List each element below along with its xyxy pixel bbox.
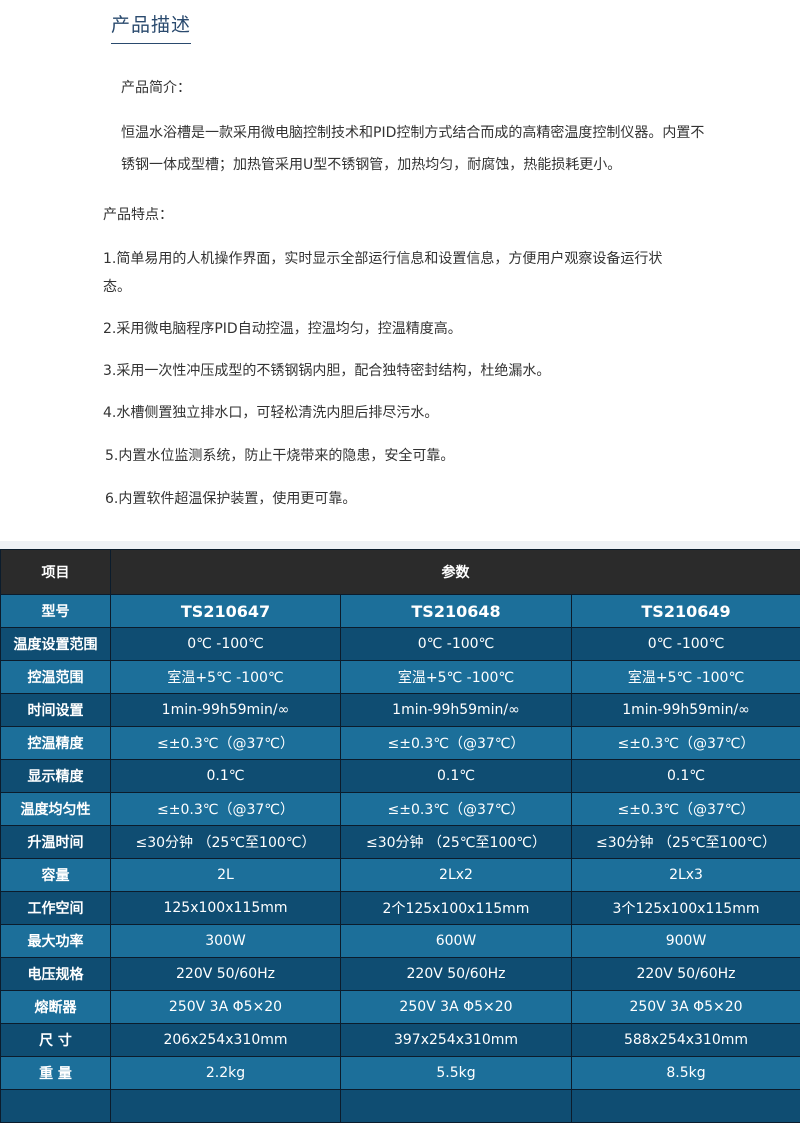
spec-row: 温度均匀性 ≤±0.3℃（@37℃） ≤±0.3℃（@37℃） ≤±0.3℃（@37℃… <box>0 792 800 826</box>
spec-cell: 室温+5℃ -100℃ <box>110 660 341 694</box>
spec-cell: ≤±0.3℃（@37℃） <box>570 726 800 760</box>
spec-cell: 2.2kg <box>110 1056 341 1090</box>
spec-empty-row <box>0 1089 800 1123</box>
spec-cell: 2Lx3 <box>570 858 800 892</box>
spec-cell: 588x254x310mm <box>570 1023 800 1057</box>
spec-row-label: 容量 <box>0 858 111 892</box>
spec-cell: 0.1℃ <box>340 759 572 793</box>
intro-label: 产品简介： <box>121 80 191 96</box>
feature-item-6: 6.内置软件超温保护装置，使用更可靠。 <box>105 491 357 507</box>
spec-row: 控温范围 室温+5℃ -100℃ 室温+5℃ -100℃ 室温+5℃ -100℃ <box>0 660 800 694</box>
spec-header-item: 项目 <box>0 549 111 595</box>
spec-row: 电压规格 220V 50/60Hz 220V 50/60Hz 220V 50/60Hz <box>0 957 800 991</box>
spec-row: 型号 TS210647 TS210648 TS210649 <box>0 594 800 628</box>
spec-row-label: 重 量 <box>0 1056 111 1090</box>
spec-empty-cell <box>0 1089 111 1123</box>
spec-row: 显示精度 0.1℃ 0.1℃ 0.1℃ <box>0 759 800 793</box>
feature-item-1: 1.简单易用的人机操作界面，实时显示全部运行信息和设置信息，方便用户观察设备运行… <box>103 251 663 295</box>
spec-empty-cell <box>570 1089 800 1123</box>
spec-row: 温度设置范围 0℃ -100℃ 0℃ -100℃ 0℃ -100℃ <box>0 627 800 661</box>
spec-row-label: 控温精度 <box>0 726 111 760</box>
features-label: 产品特点： <box>103 207 173 223</box>
spec-row: 升温时间 ≤30分钟 （25℃至100℃） ≤30分钟 （25℃至100℃） ≤30分… <box>0 825 800 859</box>
spec-empty-cell <box>110 1089 341 1123</box>
spec-row: 重 量 2.2kg 5.5kg 8.5kg <box>0 1056 800 1090</box>
spec-cell: 250V 3A Φ5×20 <box>340 990 572 1024</box>
spec-cell: 3个125x100x115mm <box>570 891 800 925</box>
spec-cell: 室温+5℃ -100℃ <box>340 660 572 694</box>
spec-row-label: 最大功率 <box>0 924 111 958</box>
spec-cell: 5.5kg <box>340 1056 572 1090</box>
spec-row-label: 温度均匀性 <box>0 792 111 826</box>
spec-cell: 220V 50/60Hz <box>340 957 572 991</box>
feature-item-5: 5.内置水位监测系统，防止干烧带来的隐患，安全可靠。 <box>105 448 455 464</box>
section-title-wrap: 产品描述 <box>111 10 192 44</box>
spec-cell: 1min-99h59min/∞ <box>570 693 800 727</box>
spec-row-label: 型号 <box>0 594 111 628</box>
spec-cell: 1min-99h59min/∞ <box>340 693 572 727</box>
spec-cell: 125x100x115mm <box>110 891 341 925</box>
spec-cell: 0.1℃ <box>110 759 341 793</box>
spec-cell: ≤±0.3℃（@37℃） <box>570 792 800 826</box>
spec-cell: 220V 50/60Hz <box>570 957 800 991</box>
spec-cell: 220V 50/60Hz <box>110 957 341 991</box>
spec-row: 工作空间 125x100x115mm 2个125x100x115mm 3个125x10… <box>0 891 800 925</box>
spec-row: 熔断器 250V 3A Φ5×20 250V 3A Φ5×20 250V 3A Φ5×… <box>0 990 800 1024</box>
spec-table: 项目 参数 型号 TS210647 TS210648 TS210649 温度设置范围 0℃… <box>0 549 800 1123</box>
spec-cell: ≤±0.3℃（@37℃） <box>110 792 341 826</box>
spec-cell: ≤±0.3℃（@37℃） <box>340 792 572 826</box>
spec-cell: 0℃ -100℃ <box>570 627 800 661</box>
section-divider <box>0 541 800 549</box>
spec-row-label: 控温范围 <box>0 660 111 694</box>
spec-cell: ≤30分钟 （25℃至100℃） <box>340 825 572 859</box>
spec-cell: ≤30分钟 （25℃至100℃） <box>110 825 341 859</box>
spec-row: 容量 2L 2Lx2 2Lx3 <box>0 858 800 892</box>
spec-cell: 2个125x100x115mm <box>340 891 572 925</box>
spec-cell: TS210647 <box>110 594 341 628</box>
spec-cell: ≤±0.3℃（@37℃） <box>340 726 572 760</box>
spec-header-row: 项目 参数 <box>0 549 800 595</box>
spec-row-label: 尺 寸 <box>0 1023 111 1057</box>
spec-cell: TS210649 <box>570 594 800 628</box>
spec-row: 尺 寸 206x254x310mm 397x254x310mm 588x254x310… <box>0 1023 800 1057</box>
spec-cell: ≤30分钟 （25℃至100℃） <box>570 825 800 859</box>
spec-cell: 0.1℃ <box>570 759 800 793</box>
feature-item-3: 3.采用一次性冲压成型的不锈钢锅内胆，配合独特密封结构，杜绝漏水。 <box>103 363 551 379</box>
feature-item-2: 2.采用微电脑程序PID自动控温，控温均匀，控温精度高。 <box>103 321 462 337</box>
spec-row: 控温精度 ≤±0.3℃（@37℃） ≤±0.3℃（@37℃） ≤±0.3℃（@37℃） <box>0 726 800 760</box>
spec-cell: 300W <box>110 924 341 958</box>
section-title: 产品描述 <box>111 10 192 44</box>
spec-cell: TS210648 <box>340 594 572 628</box>
spec-row-label: 升温时间 <box>0 825 111 859</box>
spec-row-label: 熔断器 <box>0 990 111 1024</box>
spec-row: 时间设置 1min-99h59min/∞ 1min-99h59min/∞ 1min-9… <box>0 693 800 727</box>
spec-cell: 2Lx2 <box>340 858 572 892</box>
feature-item-4: 4.水槽侧置独立排水口，可轻松清洗内胆后排尽污水。 <box>103 405 439 421</box>
spec-cell: 2L <box>110 858 341 892</box>
spec-row-label: 温度设置范围 <box>0 627 111 661</box>
spec-row-label: 电压规格 <box>0 957 111 991</box>
spec-cell: 600W <box>340 924 572 958</box>
spec-cell: 900W <box>570 924 800 958</box>
spec-cell: ≤±0.3℃（@37℃） <box>110 726 341 760</box>
spec-cell: 397x254x310mm <box>340 1023 572 1057</box>
spec-row-label: 工作空间 <box>0 891 111 925</box>
spec-cell: 0℃ -100℃ <box>110 627 341 661</box>
spec-empty-cell <box>340 1089 572 1123</box>
spec-cell: 室温+5℃ -100℃ <box>570 660 800 694</box>
spec-row-label: 显示精度 <box>0 759 111 793</box>
spec-cell: 1min-99h59min/∞ <box>110 693 341 727</box>
spec-row: 最大功率 300W 600W 900W <box>0 924 800 958</box>
spec-cell: 0℃ -100℃ <box>340 627 572 661</box>
spec-cell: 250V 3A Φ5×20 <box>570 990 800 1024</box>
spec-cell: 250V 3A Φ5×20 <box>110 990 341 1024</box>
spec-cell: 206x254x310mm <box>110 1023 341 1057</box>
spec-cell: 8.5kg <box>570 1056 800 1090</box>
intro-text: 恒温水浴槽是一款采用微电脑控制技术和PID控制方式结合而成的高精密温度控制仪器。… <box>121 125 705 173</box>
spec-header-params: 参数 <box>109 549 800 595</box>
spec-row-label: 时间设置 <box>0 693 111 727</box>
